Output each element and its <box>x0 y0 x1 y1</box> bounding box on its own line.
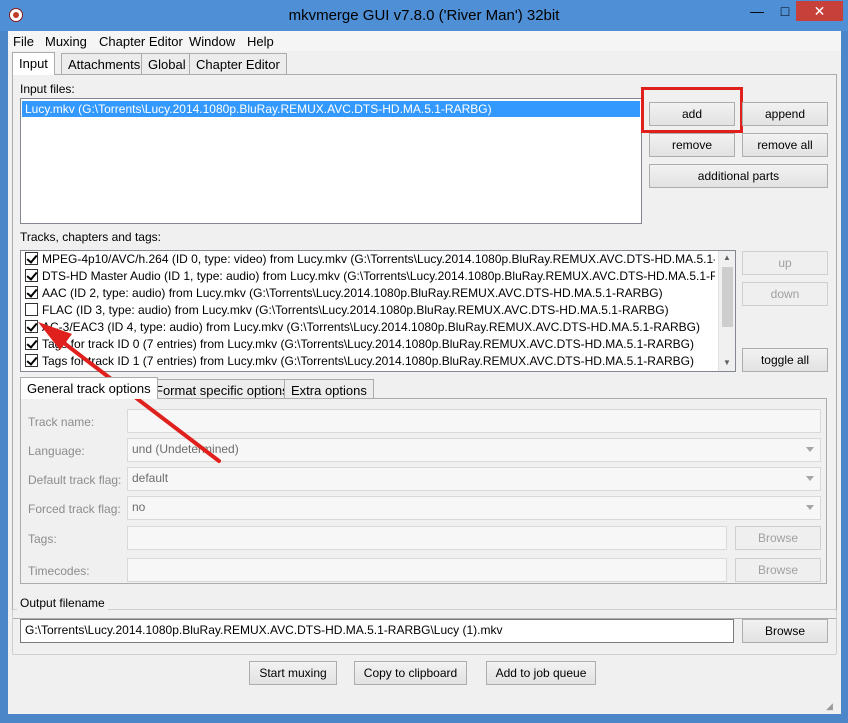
track-row[interactable]: MPEG-4p10/AVC/h.264 (ID 0, type: video) … <box>25 251 715 268</box>
remove-all-button[interactable]: remove all <box>742 133 828 157</box>
chevron-down-icon <box>806 447 814 452</box>
input-files-list[interactable]: Lucy.mkv (G:\Torrents\Lucy.2014.1080p.Bl… <box>20 98 642 224</box>
chevron-down-icon <box>806 505 814 510</box>
track-row[interactable]: AAC (ID 2, type: audio) from Lucy.mkv (G… <box>25 285 715 302</box>
track-row[interactable]: FLAC (ID 3, type: audio) from Lucy.mkv (… <box>25 302 715 319</box>
output-browse-button[interactable]: Browse <box>742 619 828 643</box>
app-window: mkvmerge GUI v7.8.0 ('River Man') 32bit … <box>0 0 848 723</box>
scroll-up-icon[interactable]: ▲ <box>723 253 731 262</box>
language-label: Language: <box>28 444 85 458</box>
track-label: Tags for track ID 0 (7 entries) from Luc… <box>42 337 694 351</box>
track-checkbox[interactable] <box>25 337 38 350</box>
track-label: MPEG-4p10/AVC/h.264 (ID 0, type: video) … <box>42 252 715 266</box>
chevron-down-icon <box>806 476 814 481</box>
track-checkbox[interactable] <box>25 269 38 282</box>
timecodes-browse-button[interactable]: Browse <box>735 558 821 582</box>
track-name-label: Track name: <box>28 415 95 429</box>
track-row[interactable]: Tags for track ID 0 (7 entries) from Luc… <box>25 336 715 353</box>
output-filename-input[interactable]: G:\Torrents\Lucy.2014.1080p.BluRay.REMUX… <box>20 619 734 643</box>
menu-window[interactable]: Window <box>189 34 235 49</box>
tab-input[interactable]: Input <box>12 52 55 75</box>
add-to-job-queue-button[interactable]: Add to job queue <box>486 661 596 685</box>
track-row[interactable]: DTS-HD Master Audio (ID 1, type: audio) … <box>25 268 715 285</box>
track-checkbox[interactable] <box>25 354 38 367</box>
down-button[interactable]: down <box>742 282 828 306</box>
remove-button[interactable]: remove <box>649 133 735 157</box>
menu-help[interactable]: Help <box>247 34 274 49</box>
forced-flag-select[interactable]: no <box>127 496 821 520</box>
tracks-label: Tracks, chapters and tags: <box>20 230 161 244</box>
track-name-field[interactable] <box>127 409 821 433</box>
annotation-highlight-box <box>641 87 743 133</box>
toggle-all-button[interactable]: toggle all <box>742 348 828 372</box>
default-flag-value: default <box>132 471 169 485</box>
track-label: Tags for track ID 1 (7 entries) from Luc… <box>42 354 694 368</box>
tracks-scrollbar[interactable]: ▲ ▼ <box>718 251 735 371</box>
tab-attachments[interactable]: Attachments <box>61 53 148 74</box>
track-label: AC-3/EAC3 (ID 4, type: audio) from Lucy.… <box>42 320 700 334</box>
input-tab-panel: Input files: Lucy.mkv (G:\Torrents\Lucy.… <box>12 74 837 619</box>
title-bar[interactable]: mkvmerge GUI v7.8.0 ('River Man') 32bit … <box>0 0 848 31</box>
scroll-thumb[interactable] <box>722 267 733 327</box>
timecodes-field[interactable] <box>127 558 727 582</box>
default-flag-label: Default track flag: <box>28 473 122 487</box>
resize-grip-icon[interactable]: ◢ <box>826 701 836 711</box>
input-files-label: Input files: <box>20 82 75 96</box>
tab-chapter-editor[interactable]: Chapter Editor <box>189 53 287 74</box>
tags-label: Tags: <box>28 532 57 546</box>
close-button[interactable]: ✕ <box>796 1 843 21</box>
tracks-list[interactable]: MPEG-4p10/AVC/h.264 (ID 0, type: video) … <box>20 250 736 372</box>
track-label: AAC (ID 2, type: audio) from Lucy.mkv (G… <box>42 286 663 300</box>
general-track-options-panel: Track name: Language: und (Undetermined)… <box>20 398 827 584</box>
menu-file[interactable]: File <box>13 34 34 49</box>
menu-chapter-editor[interactable]: Chapter Editor <box>99 34 183 49</box>
output-filename-label: Output filename <box>17 596 108 610</box>
track-checkbox[interactable] <box>25 252 38 265</box>
scroll-down-icon[interactable]: ▼ <box>723 358 731 367</box>
track-label: DTS-HD Master Audio (ID 1, type: audio) … <box>42 269 715 283</box>
menu-muxing[interactable]: Muxing <box>45 34 87 49</box>
copy-to-clipboard-button[interactable]: Copy to clipboard <box>354 661 467 685</box>
append-button[interactable]: append <box>742 102 828 126</box>
track-row[interactable]: Tags for track ID 1 (7 entries) from Luc… <box>25 353 715 370</box>
track-checkbox[interactable] <box>25 303 38 316</box>
default-flag-select[interactable]: default <box>127 467 821 491</box>
forced-flag-label: Forced track flag: <box>28 502 121 516</box>
language-value: und (Undetermined) <box>132 442 239 456</box>
additional-parts-button[interactable]: additional parts <box>649 164 828 188</box>
tags-browse-button[interactable]: Browse <box>735 526 821 550</box>
up-button[interactable]: up <box>742 251 828 275</box>
language-select[interactable]: und (Undetermined) <box>127 438 821 462</box>
menu-bar: File Muxing Chapter Editor Window Help <box>8 31 841 51</box>
tab-format-specific-options[interactable]: Format specific options <box>148 379 296 399</box>
window-title: mkvmerge GUI v7.8.0 ('River Man') 32bit <box>288 7 560 24</box>
maximize-button[interactable]: □ <box>772 1 798 21</box>
track-label: FLAC (ID 3, type: audio) from Lucy.mkv (… <box>42 303 669 317</box>
tab-global[interactable]: Global <box>141 53 193 74</box>
minimize-button[interactable]: — <box>744 1 770 21</box>
track-checkbox[interactable] <box>25 286 38 299</box>
input-file-item[interactable]: Lucy.mkv (G:\Torrents\Lucy.2014.1080p.Bl… <box>22 101 640 117</box>
forced-flag-value: no <box>132 500 146 514</box>
track-row[interactable]: AC-3/EAC3 (ID 4, type: audio) from Lucy.… <box>25 319 715 336</box>
timecodes-label: Timecodes: <box>28 564 90 578</box>
client-area: File Muxing Chapter Editor Window Help I… <box>8 31 841 714</box>
tags-field[interactable] <box>127 526 727 550</box>
tab-general-track-options[interactable]: General track options <box>20 377 158 399</box>
track-checkbox[interactable] <box>25 320 38 333</box>
start-muxing-button[interactable]: Start muxing <box>249 661 337 685</box>
tab-extra-options[interactable]: Extra options <box>284 379 374 399</box>
